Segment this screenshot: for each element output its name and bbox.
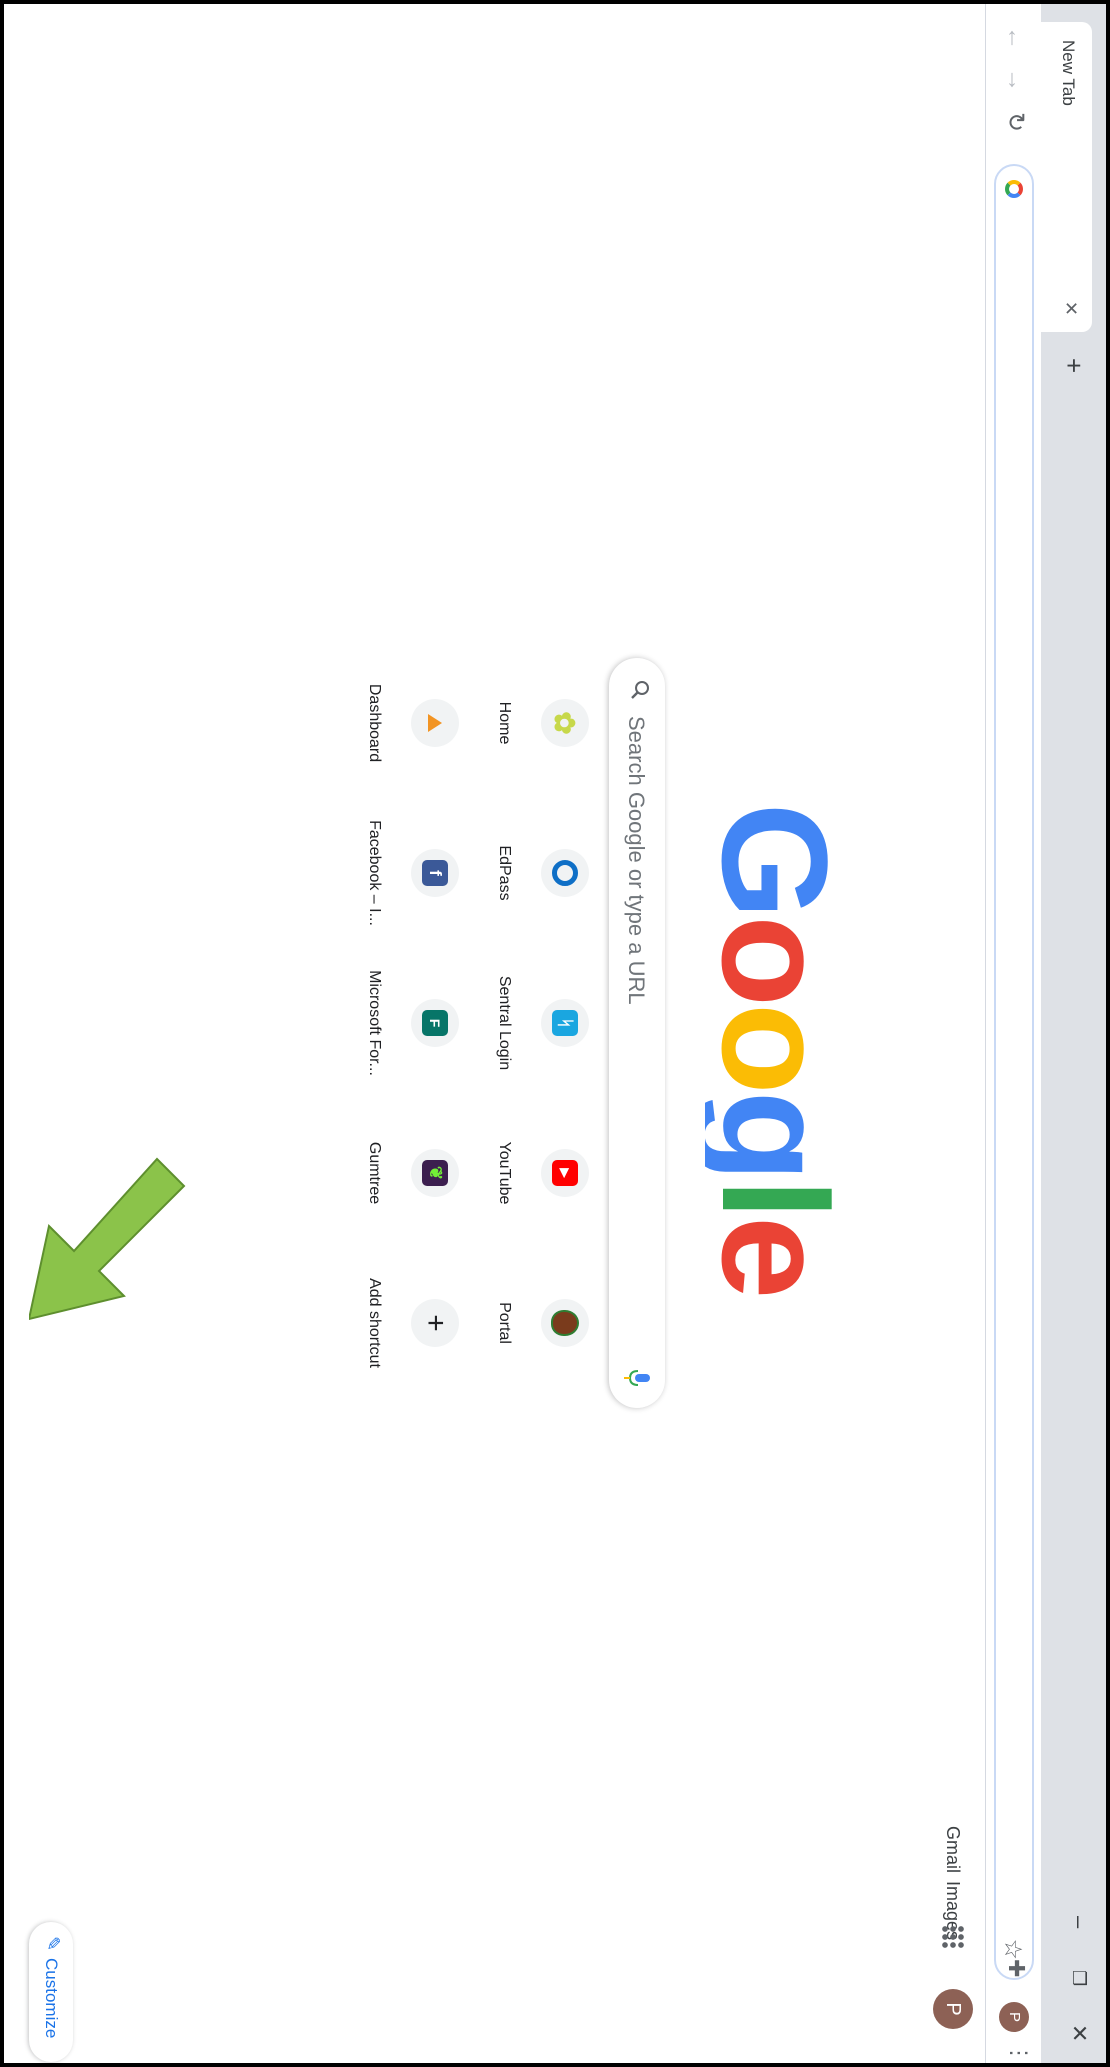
- shortcut-portal[interactable]: Portal: [467, 1258, 597, 1388]
- shortcut-home[interactable]: ✿ Home: [467, 658, 597, 788]
- minimize-icon[interactable]: –: [1066, 1916, 1092, 1928]
- reload-icon[interactable]: ↻: [1001, 112, 1029, 132]
- back-arrow-icon[interactable]: ←: [1001, 26, 1029, 50]
- menu-dots-icon[interactable]: ⋮: [1006, 2042, 1032, 2062]
- apps-grid-icon[interactable]: [941, 1925, 965, 1949]
- restore-icon[interactable]: ❐: [1068, 1970, 1089, 1986]
- search-icon: [631, 681, 649, 699]
- youtube-icon: ▶: [552, 1160, 578, 1186]
- gmail-link[interactable]: Gmail: [942, 1826, 963, 1873]
- portal-shield-icon: [551, 1310, 579, 1336]
- facebook-icon: f: [422, 860, 448, 886]
- shortcut-label: YouTube: [496, 1141, 513, 1205]
- shortcut-label: Dashboard: [366, 683, 383, 763]
- shortcut-edpass[interactable]: EdPass: [467, 808, 597, 938]
- forward-arrow-icon[interactable]: →: [1001, 68, 1029, 92]
- shortcut-label: Home: [496, 701, 513, 745]
- new-tab-page: Gmail Images P Google Search Google or t…: [4, 4, 985, 2063]
- shortcut-add[interactable]: + Add shortcut: [337, 1258, 467, 1388]
- screenshot-frame: New Tab ✕ + – ❐ ✕ ← → ↻ ☆ ✚ P ⋮ Gmail Im…: [4, 4, 1106, 2063]
- shortcut-label: Microsoft For...: [366, 970, 383, 1076]
- tab-strip: New Tab ✕ + – ❐ ✕: [1041, 4, 1106, 2063]
- search-box[interactable]: Search Google or type a URL: [609, 658, 665, 1408]
- tab-close-icon[interactable]: ✕: [1060, 301, 1081, 316]
- edpass-ring-icon: [552, 860, 578, 886]
- google-g-icon: [1005, 180, 1023, 198]
- shortcut-label: Sentral Login: [496, 975, 513, 1071]
- close-window-icon[interactable]: ✕: [1066, 2024, 1092, 2042]
- shortcut-label: Portal: [496, 1302, 513, 1344]
- shortcut-dashboard[interactable]: Dashboard: [337, 658, 467, 788]
- address-bar[interactable]: ☆: [994, 164, 1034, 1980]
- google-logo: Google: [705, 803, 845, 1296]
- customize-button[interactable]: ✎ Customize: [29, 1922, 73, 2062]
- gumtree-icon: ❦: [422, 1160, 448, 1186]
- extensions-puzzle-icon[interactable]: ✚: [1003, 1959, 1029, 1977]
- new-tab-button[interactable]: +: [1059, 358, 1089, 373]
- annotation-arrow-icon: [29, 1157, 186, 1321]
- browser-window: New Tab ✕ + – ❐ ✕ ← → ↻ ☆ ✚ P ⋮ Gmail Im…: [4, 4, 1106, 2063]
- profile-avatar-small[interactable]: P: [999, 2002, 1029, 2032]
- toolbar: ← → ↻ ☆ ✚ P ⋮: [985, 4, 1041, 2063]
- dashboard-triangle-icon: [428, 714, 442, 732]
- shortcut-facebook[interactable]: f Facebook – I...: [337, 808, 467, 938]
- shortcut-youtube[interactable]: ▶ YouTube: [467, 1108, 597, 1238]
- svg-text:Google: Google: [705, 803, 845, 1296]
- home-flower-icon: ✿: [549, 711, 581, 735]
- shortcut-microsoft-forms[interactable]: F Microsoft For...: [337, 958, 467, 1088]
- tab-new-tab[interactable]: New Tab ✕: [1041, 22, 1092, 332]
- pencil-icon: ✎: [43, 1936, 63, 1952]
- tab-title: New Tab: [1059, 40, 1078, 106]
- bookmark-star-icon[interactable]: ☆: [998, 1938, 1027, 1960]
- search-placeholder: Search Google or type a URL: [624, 716, 649, 1005]
- profile-avatar[interactable]: P: [933, 1989, 973, 2029]
- shortcut-label: Gumtree: [366, 1141, 383, 1205]
- shortcut-label: Facebook – I...: [366, 820, 383, 926]
- microphone-icon[interactable]: [623, 1368, 651, 1388]
- shortcut-label: Add shortcut: [366, 1278, 383, 1368]
- shortcut-gumtree[interactable]: ❦ Gumtree: [337, 1108, 467, 1238]
- sentral-icon: ᛋ: [552, 1010, 578, 1036]
- shortcut-sentral-login[interactable]: ᛋ Sentral Login: [467, 958, 597, 1088]
- plus-icon: +: [419, 1314, 452, 1332]
- shortcut-label: EdPass: [496, 845, 513, 901]
- microsoft-forms-icon: F: [422, 1010, 448, 1036]
- customize-label: Customize: [42, 1958, 61, 2039]
